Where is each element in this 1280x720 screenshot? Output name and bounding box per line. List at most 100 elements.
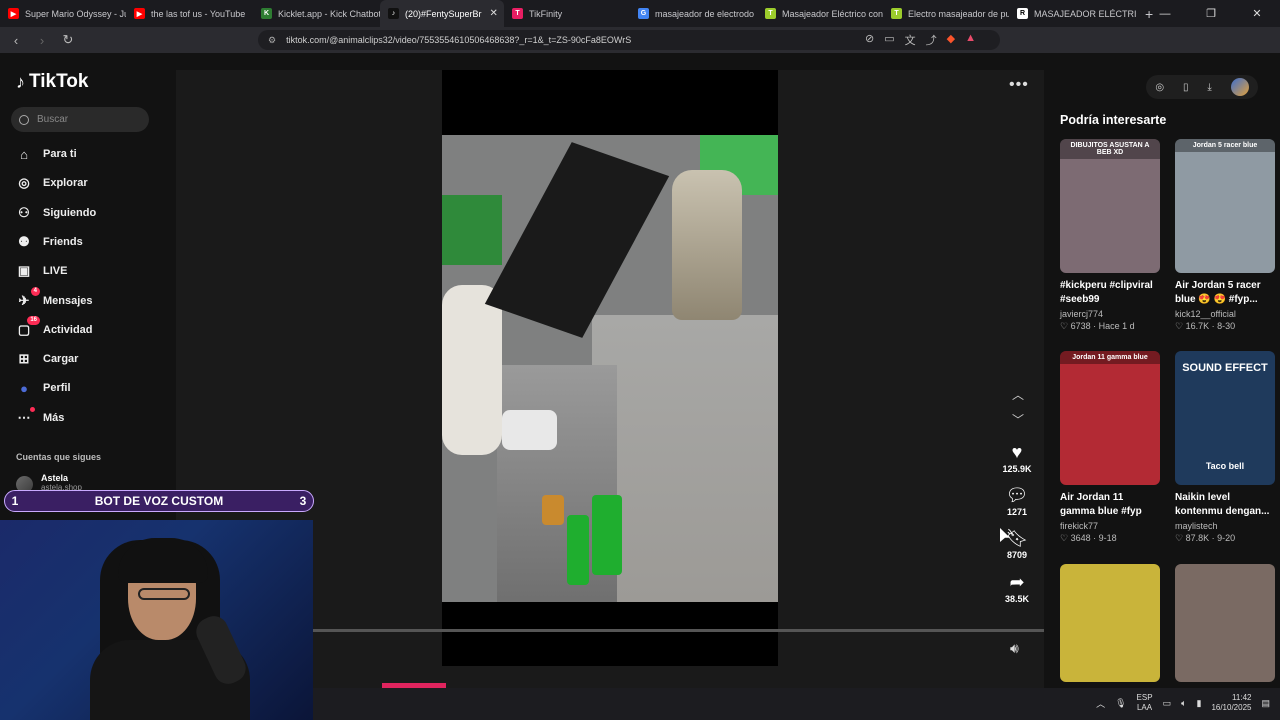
search-icon	[19, 114, 29, 125]
sidebar-item-más[interactable]: ⋯ Más	[16, 406, 65, 428]
sidebar-item-label: Para ti	[43, 148, 77, 160]
translate-icon[interactable]: 文	[905, 32, 916, 48]
sidebar-item-explorar[interactable]: ◎ Explorar	[16, 173, 87, 193]
browser-tab[interactable]: ♪ (20)#FentySuperBr ✕	[380, 0, 504, 27]
like-count: 125.9K	[1002, 464, 1032, 474]
microphone-icon[interactable]: 🎙︎	[1115, 698, 1126, 709]
recommended-video-card[interactable]: DIBUJITOS ASUSTAN A BEB XD #kickperu #cli…	[1060, 139, 1160, 332]
tray-chevron-icon[interactable]: ︿	[1096, 697, 1105, 710]
like-button[interactable]: ♥ 125.9K	[996, 442, 1038, 474]
browser-tab[interactable]: T Masajeador Eléctrico con	[757, 0, 883, 27]
heart-icon: ♥	[1011, 442, 1023, 462]
minimize-icon[interactable]: —	[1142, 8, 1188, 20]
overlay-left-number: 1	[11, 494, 19, 508]
recommended-video-card[interactable]: Jordan 5 racer blue Air Jordan 5 racer bl…	[1175, 139, 1275, 332]
keyboard-language[interactable]: ESP LAA	[1137, 693, 1153, 713]
video-caption[interactable]: #kickperu #clipviral #seeb99	[1060, 279, 1160, 307]
tab-label: Electro masajeador de pul	[908, 8, 1009, 19]
coin-icon[interactable]: ◎	[1155, 82, 1164, 93]
recommended-video-card[interactable]	[1060, 564, 1160, 682]
video-caption[interactable]: Air Jordan 5 racer blue 😍 😍 #fyp...	[1175, 279, 1275, 307]
sidebar-item-friends[interactable]: ⚉ Friends	[16, 232, 83, 252]
video-thumbnail[interactable]: Jordan 11 gamma blue	[1060, 351, 1160, 485]
like-count: 6738	[1070, 321, 1091, 331]
browser-tab[interactable]: ▶ Super Mario Odyssey - Ju	[0, 0, 126, 27]
browser-tab[interactable]: K Kicklet.app - Kick Chatbot	[253, 0, 380, 27]
tiktok-logo[interactable]: ♪ TikTok	[16, 71, 88, 93]
device-icon[interactable]: ▯	[1183, 82, 1189, 93]
brave-shield-icon[interactable]: ◆	[947, 32, 955, 48]
home-icon: ⌂	[20, 146, 28, 162]
search-input[interactable]: Buscar	[11, 107, 149, 132]
recommended-video-card[interactable]	[1175, 564, 1275, 682]
search-placeholder: Buscar	[37, 114, 69, 125]
browser-tab[interactable]: ▶ the las tof us - YouTube	[126, 0, 253, 27]
browser-tab[interactable]: T TikFinity	[504, 0, 630, 27]
video-thumbnail[interactable]: SOUND EFFECT Taco bell	[1175, 351, 1275, 485]
notification-icon[interactable]: ▤	[1261, 698, 1270, 709]
sidebar-item-para-ti[interactable]: ⌂ Para ti	[16, 144, 77, 164]
video-progress-bar[interactable]	[313, 629, 1044, 632]
volume-icon[interactable]: 🔊︎	[1010, 640, 1019, 657]
forward-icon[interactable]: ›	[32, 33, 52, 48]
comment-button[interactable]: 💬︎ 1271	[996, 485, 1038, 517]
sidebar-item-label: Más	[43, 411, 65, 424]
recommended-video-card[interactable]: Jordan 11 gamma blue Air Jordan 11 gamma …	[1060, 351, 1160, 544]
separator: ·	[1209, 533, 1218, 543]
sidebar-item-cargar[interactable]: ⊞ Cargar	[16, 349, 79, 369]
sidebar-item-live[interactable]: ▣ LIVE	[16, 261, 68, 281]
sidebar-item-mensajes[interactable]: ✈ 4 Mensajes	[16, 286, 93, 311]
video-thumbnail[interactable]: Jordan 5 racer blue	[1175, 139, 1275, 273]
share-page-icon[interactable]: ⤴	[926, 32, 937, 48]
recommended-video-card[interactable]: SOUND EFFECT Taco bell Naikin level konten…	[1175, 351, 1275, 544]
speaker-icon[interactable]: 🔈︎	[1181, 698, 1186, 709]
video-frame[interactable]	[442, 135, 778, 602]
browser-tab[interactable]: Gmasajeador de electrodo	[630, 0, 757, 27]
network-icon[interactable]: ▭	[1163, 698, 1172, 709]
comment-icon: 💬︎	[1005, 485, 1029, 505]
rewards-icon[interactable]: ▲	[965, 32, 976, 48]
heart-outline-icon: ♡	[1175, 533, 1186, 543]
reload-icon[interactable]: ↻	[58, 32, 78, 48]
friends-icon: ⚉	[18, 233, 30, 249]
video-author[interactable]: kick12__official	[1175, 309, 1275, 319]
sidebar-item-perfil[interactable]: ● Perfil	[16, 378, 70, 398]
video-thumbnail[interactable]	[1060, 564, 1160, 682]
sidebar-item-siguiendo[interactable]: ⚇ Siguiendo	[16, 203, 96, 223]
share-button[interactable]: ➦ 38.5K	[996, 572, 1038, 604]
clock[interactable]: 11:42 16/10/2025	[1211, 693, 1251, 713]
close-icon[interactable]: ✕	[1234, 7, 1280, 20]
browser-tab[interactable]: R MASAJEADOR ELÉCTRICO	[1009, 0, 1137, 27]
compass-icon: ◎	[18, 175, 30, 191]
url-action-icons: ⊘ ▭ 文 ⤴ ◆ ▲	[865, 32, 976, 48]
site-info-icon[interactable]: ⚙	[268, 35, 276, 46]
sidebar-item-actividad[interactable]: ▢ 16 Actividad	[16, 315, 93, 340]
battery-icon[interactable]: ▮	[1196, 698, 1201, 709]
back-icon[interactable]: ‹	[6, 33, 26, 48]
cast-icon[interactable]: ▭	[884, 32, 894, 48]
video-author[interactable]: javiercj774	[1060, 309, 1160, 319]
more-icon: ⋯	[16, 406, 35, 426]
video-caption[interactable]: Air Jordan 11 gamma blue #fyp #sneaker..…	[1060, 491, 1160, 519]
user-avatar[interactable]	[1230, 78, 1249, 96]
share-icon: ➦	[1009, 572, 1025, 592]
video-thumbnail[interactable]	[1175, 564, 1275, 682]
browser-tab[interactable]: T Electro masajeador de pul	[883, 0, 1009, 27]
more-options-icon[interactable]: •••	[1009, 76, 1029, 94]
previous-video-icon[interactable]: ︿	[1012, 386, 1024, 403]
heart-outline-icon: ♡	[1060, 321, 1071, 331]
tab-close-icon[interactable]: ✕	[490, 8, 498, 19]
profile-icon: ●	[20, 380, 28, 396]
restore-icon[interactable]: ❐	[1188, 7, 1234, 20]
logo-text: TikTok	[29, 71, 89, 92]
video-author[interactable]: maylistech	[1175, 521, 1275, 531]
video-thumbnail[interactable]: DIBUJITOS ASUSTAN A BEB XD	[1060, 139, 1160, 273]
download-icon[interactable]: ⤓	[1207, 82, 1211, 93]
date-text: 16/10/2025	[1211, 703, 1252, 712]
next-video-icon[interactable]: ﹀	[1012, 411, 1024, 428]
tracking-icon[interactable]: ⊘	[865, 32, 874, 48]
video-meta: ♡ 16.7K · 8-30	[1175, 321, 1275, 332]
video-caption[interactable]: Naikin level kontenmu dengan...	[1175, 491, 1275, 519]
thumbnail-overlay-text: Jordan 11 gamma blue	[1060, 351, 1160, 364]
video-author[interactable]: firekick77	[1060, 521, 1160, 531]
